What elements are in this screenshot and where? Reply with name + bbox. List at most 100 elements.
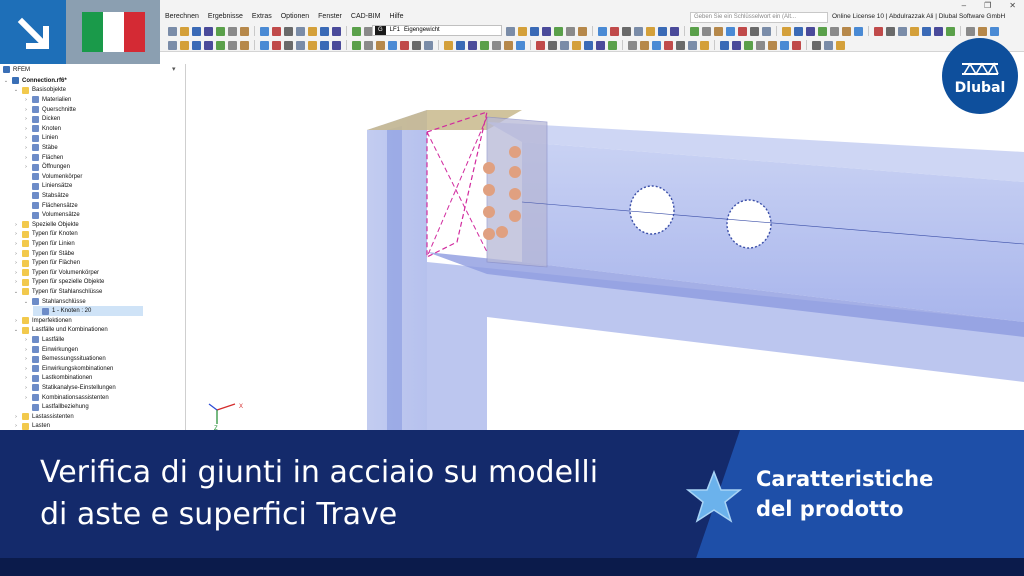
toolbar-button-icon[interactable] [480, 40, 489, 50]
tree-item[interactable]: › Statikanalyse-Einstellungen [23, 383, 116, 393]
toolbar-button-icon[interactable] [768, 40, 777, 50]
load-case-selector[interactable]: G LF1 Eigengewicht [372, 25, 502, 36]
tree-item[interactable]: › Typen für Knoten [13, 230, 78, 240]
tree-item[interactable]: › Typen für Flächen [13, 258, 80, 268]
toolbar-button-icon[interactable] [966, 26, 975, 36]
tree-item[interactable]: ⌄ Basisobjekte [13, 86, 66, 96]
chevron-right-icon[interactable]: › [23, 97, 29, 103]
tree-item[interactable]: › Imperfektionen [13, 316, 72, 326]
menu-item-3[interactable]: Optionen [281, 10, 309, 24]
tree-item[interactable]: Flächensätze [23, 201, 78, 211]
chevron-down-icon[interactable]: ⌄ [23, 299, 29, 305]
toolbar-button-icon[interactable] [240, 40, 249, 50]
tree-item[interactable]: › Lastfälle [23, 335, 64, 345]
menu-item-4[interactable]: Fenster [318, 10, 342, 24]
chevron-down-icon[interactable]: ⌄ [13, 289, 19, 295]
toolbar-button-icon[interactable] [308, 26, 317, 36]
navigator-root[interactable]: RFEM [3, 65, 30, 75]
tree-item[interactable]: › Dicken [23, 114, 60, 124]
toolbar-button-icon[interactable] [622, 26, 631, 36]
chevron-right-icon[interactable]: › [23, 107, 29, 113]
chevron-right-icon[interactable]: › [13, 414, 19, 420]
chevron-right-icon[interactable]: › [23, 145, 29, 151]
toolbar-button-icon[interactable] [830, 26, 839, 36]
toolbar-button-icon[interactable] [842, 26, 851, 36]
toolbar-button-icon[interactable] [756, 40, 765, 50]
toolbar-button-icon[interactable] [688, 40, 697, 50]
pin-icon[interactable]: ▾ [172, 65, 176, 73]
tree-item[interactable]: › Lasten [13, 422, 50, 430]
tree-item[interactable]: ⌄ Stahlanschlüsse [23, 297, 86, 307]
toolbar-button-icon[interactable] [260, 40, 269, 50]
toolbar-button-icon[interactable] [898, 26, 907, 36]
menu-item-5[interactable]: CAD-BIM [351, 10, 381, 24]
toolbar-button-icon[interactable] [240, 26, 249, 36]
toolbar-button-icon[interactable] [978, 26, 987, 36]
toolbar-button-icon[interactable] [652, 40, 661, 50]
chevron-right-icon[interactable]: › [23, 337, 29, 343]
tree-item[interactable]: › Knoten [23, 124, 61, 134]
menu-item-1[interactable]: Ergebnisse [208, 10, 243, 24]
tree-item[interactable]: › Linien [23, 134, 58, 144]
toolbar-button-icon[interactable] [228, 26, 237, 36]
toolbar-button-icon[interactable] [216, 40, 225, 50]
tree-item[interactable]: › Typen für spezielle Objekte [13, 278, 104, 288]
toolbar-button-icon[interactable] [296, 26, 305, 36]
chevron-right-icon[interactable]: › [23, 155, 29, 161]
toolbar-button-icon[interactable] [376, 40, 385, 50]
chevron-right-icon[interactable]: › [13, 260, 19, 266]
toolbar-button-icon[interactable] [216, 26, 225, 36]
toolbar-button-icon[interactable] [504, 40, 513, 50]
toolbar-button-icon[interactable] [332, 40, 341, 50]
toolbar-button-icon[interactable] [658, 26, 667, 36]
tree-item[interactable]: ⌄ Typen für Stahlanschlüsse [13, 287, 102, 297]
toolbar-button-icon[interactable] [284, 26, 293, 36]
toolbar-button-icon[interactable] [506, 26, 515, 36]
tree-item[interactable]: Liniensätze [23, 182, 72, 192]
toolbar-button-icon[interactable] [824, 40, 833, 50]
toolbar-button-icon[interactable] [922, 26, 931, 36]
chevron-right-icon[interactable]: › [13, 251, 19, 257]
chevron-right-icon[interactable]: › [23, 395, 29, 401]
toolbar-button-icon[interactable] [782, 26, 791, 36]
toolbar-button-icon[interactable] [204, 40, 213, 50]
toolbar-button-icon[interactable] [610, 26, 619, 36]
toolbar-button-icon[interactable] [794, 26, 803, 36]
toolbar-button-icon[interactable] [180, 26, 189, 36]
toolbar-button-icon[interactable] [700, 40, 709, 50]
tree-item[interactable]: › Stäbe [23, 143, 58, 153]
tree-item[interactable]: › Flächen [23, 153, 63, 163]
menu-item-6[interactable]: Hilfe [389, 10, 403, 24]
toolbar-button-icon[interactable] [750, 26, 759, 36]
toolbar-button-icon[interactable] [646, 26, 655, 36]
tree-item[interactable]: › Einwirkungskombinationen [23, 364, 113, 374]
toolbar-button-icon[interactable] [320, 26, 329, 36]
toolbar-button-icon[interactable] [456, 40, 465, 50]
close-icon[interactable]: ✕ [1009, 1, 1016, 10]
toolbar-button-icon[interactable] [364, 40, 373, 50]
tree-item[interactable]: ⌄ Lastfälle und Kombinationen [13, 326, 108, 336]
chevron-right-icon[interactable]: › [23, 164, 29, 170]
toolbar-button-icon[interactable] [388, 40, 397, 50]
chevron-down-icon[interactable]: ⌄ [13, 327, 19, 333]
toolbar-button-icon[interactable] [732, 40, 741, 50]
tree-item[interactable]: › Lastassistenten [13, 412, 74, 422]
tree-item[interactable]: › Typen für Volumenkörper [13, 268, 99, 278]
toolbar-button-icon[interactable] [192, 40, 201, 50]
toolbar-button-icon[interactable] [990, 26, 999, 36]
toolbar-button-icon[interactable] [180, 40, 189, 50]
toolbar-button-icon[interactable] [578, 26, 587, 36]
toolbar-button-icon[interactable] [634, 26, 643, 36]
toolbar-button-icon[interactable] [518, 26, 527, 36]
toolbar-button-icon[interactable] [296, 40, 305, 50]
toolbar-button-icon[interactable] [492, 40, 501, 50]
chevron-right-icon[interactable]: › [23, 135, 29, 141]
toolbar-button-icon[interactable] [412, 40, 421, 50]
toolbar-button-icon[interactable] [818, 26, 827, 36]
toolbar-button-icon[interactable] [204, 26, 213, 36]
toolbar-button-icon[interactable] [598, 26, 607, 36]
tree-item[interactable]: 1 - Knoten : 20 [33, 306, 143, 316]
tree-item[interactable]: › Bemessungssituationen [23, 354, 106, 364]
chevron-right-icon[interactable]: › [23, 126, 29, 132]
chevron-right-icon[interactable]: › [23, 385, 29, 391]
